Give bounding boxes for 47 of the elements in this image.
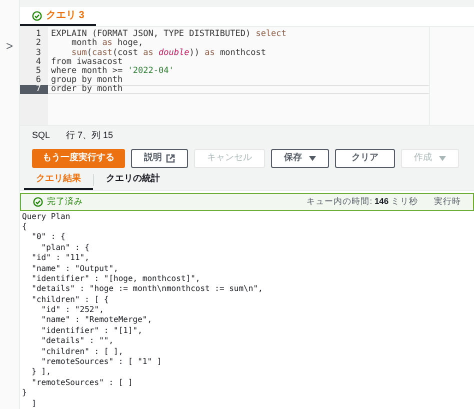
output-line: "name" : "Output", bbox=[30, 264, 120, 274]
line-number: 5 bbox=[34, 66, 42, 76]
line-number: 6 bbox=[34, 76, 42, 86]
code-line: group by month bbox=[50, 76, 123, 86]
output-line: "children" : [ ], bbox=[40, 346, 124, 358]
result-tab[interactable]: クエリの統計 bbox=[94, 170, 172, 190]
output-line: "id" : "11", bbox=[30, 253, 90, 264]
output-line: "0" : { bbox=[30, 232, 66, 243]
code-line: sum(cast(cost as double)) as monthcost bbox=[70, 48, 266, 58]
language-label: SQL bbox=[32, 129, 50, 142]
code-line: where month >= '2022-04' bbox=[50, 66, 174, 76]
output-line: "name" : "RemoteMerge", bbox=[40, 315, 154, 326]
cursor-position: 行 7、列 15 bbox=[66, 129, 114, 142]
code-line: month as hoge, bbox=[70, 39, 144, 48]
output-line: Query Plan bbox=[22, 212, 72, 222]
code-line: from iwasacost bbox=[50, 58, 123, 67]
caret-icon bbox=[309, 156, 316, 161]
button[interactable]: 説明 bbox=[131, 148, 188, 168]
status-text: 完了済み bbox=[33, 195, 83, 208]
external-link-icon bbox=[166, 154, 175, 163]
button[interactable]: クリア bbox=[335, 148, 395, 168]
output-line: "remoteSources" : [ "1" ] bbox=[40, 357, 163, 368]
output-line: "details" : "", bbox=[40, 336, 115, 347]
success-icon bbox=[33, 196, 43, 207]
output-line: } ], bbox=[30, 367, 52, 378]
output-line: "identifier" : "[1]", bbox=[40, 326, 144, 336]
line-number: 3 bbox=[34, 48, 42, 58]
output-line: "plan" : { bbox=[40, 242, 90, 254]
output-line: ] bbox=[30, 398, 38, 409]
caret-icon bbox=[439, 156, 446, 161]
output-line: "id" : "252", bbox=[40, 305, 105, 316]
queue-time: キュー内の時間: 146 ミリ秒 bbox=[306, 195, 418, 208]
line-number: 7 bbox=[20, 85, 48, 94]
success-icon bbox=[32, 10, 42, 21]
output-line: "children" : [ { bbox=[30, 294, 110, 306]
button[interactable]: 保存 bbox=[271, 148, 329, 168]
run-time-label: 実行時 bbox=[434, 195, 461, 208]
output-line: "details" : "hoge := month\nmonthcost := sum\n", bbox=[30, 284, 264, 295]
line-number: 2 bbox=[34, 39, 42, 48]
code-line: EXPLAIN (FORMAT JSON, TYPE DISTRIBUTED) select bbox=[50, 30, 286, 40]
output-line: } bbox=[22, 388, 28, 399]
output-line: { bbox=[22, 222, 28, 232]
line-number: 1 bbox=[34, 30, 42, 40]
line-number: 4 bbox=[34, 58, 42, 67]
output-line: "remoteSources" : [ ] bbox=[30, 378, 134, 388]
output-line: "identifier" : "[hoge, monthcost]", bbox=[30, 274, 202, 284]
code-line: order by month bbox=[50, 85, 123, 94]
